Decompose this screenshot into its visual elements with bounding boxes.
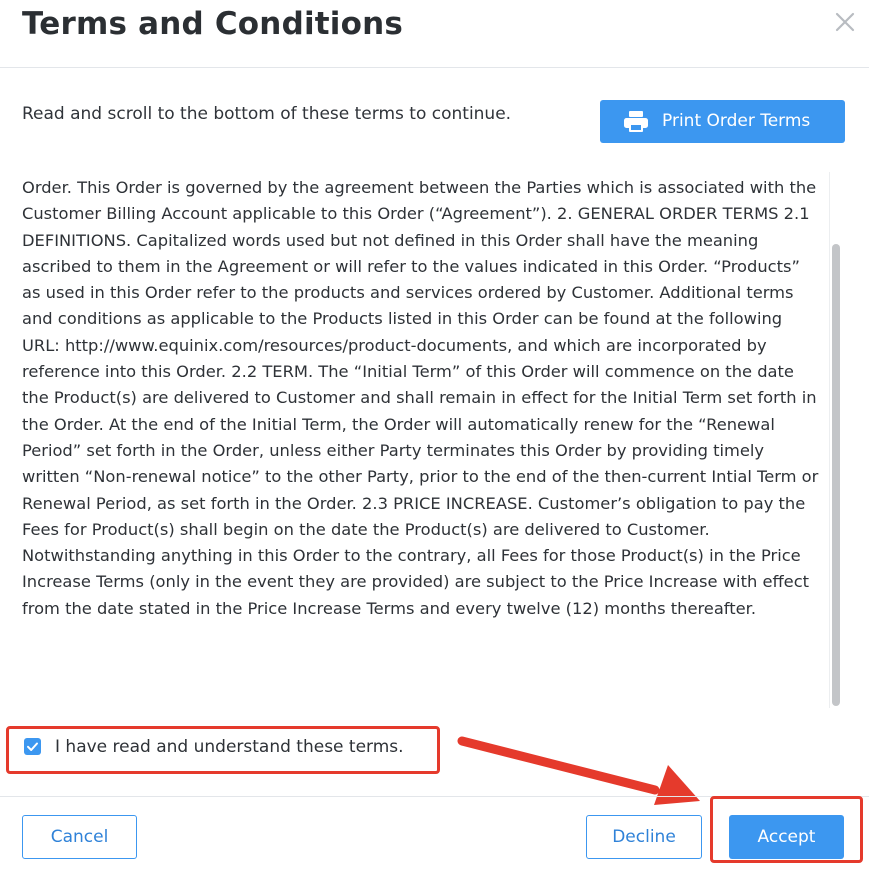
dialog-header: Terms and Conditions xyxy=(0,0,869,68)
printer-icon xyxy=(624,111,648,132)
checkmark-icon xyxy=(27,742,38,751)
scroll-instruction: Read and scroll to the bottom of these t… xyxy=(22,104,512,124)
cancel-button[interactable]: Cancel xyxy=(22,815,137,859)
close-icon[interactable] xyxy=(832,9,858,35)
acknowledge-label: I have read and understand these terms. xyxy=(55,737,404,757)
terms-scrollbar[interactable] xyxy=(829,172,843,708)
decline-button[interactable]: Decline xyxy=(586,815,702,859)
acknowledge-checkbox[interactable] xyxy=(24,738,41,755)
terms-text: Order. This Order is governed by the agr… xyxy=(22,178,819,618)
print-order-terms-button[interactable]: Print Order Terms xyxy=(600,100,845,143)
print-button-label: Print Order Terms xyxy=(662,111,811,131)
accept-button[interactable]: Accept xyxy=(729,815,844,859)
terms-dialog: Terms and Conditions Read and scroll to … xyxy=(0,0,869,871)
terms-scroll-area[interactable]: Order. This Order is governed by the agr… xyxy=(22,175,822,710)
scrollbar-thumb[interactable] xyxy=(832,244,840,706)
dialog-title: Terms and Conditions xyxy=(22,6,404,42)
